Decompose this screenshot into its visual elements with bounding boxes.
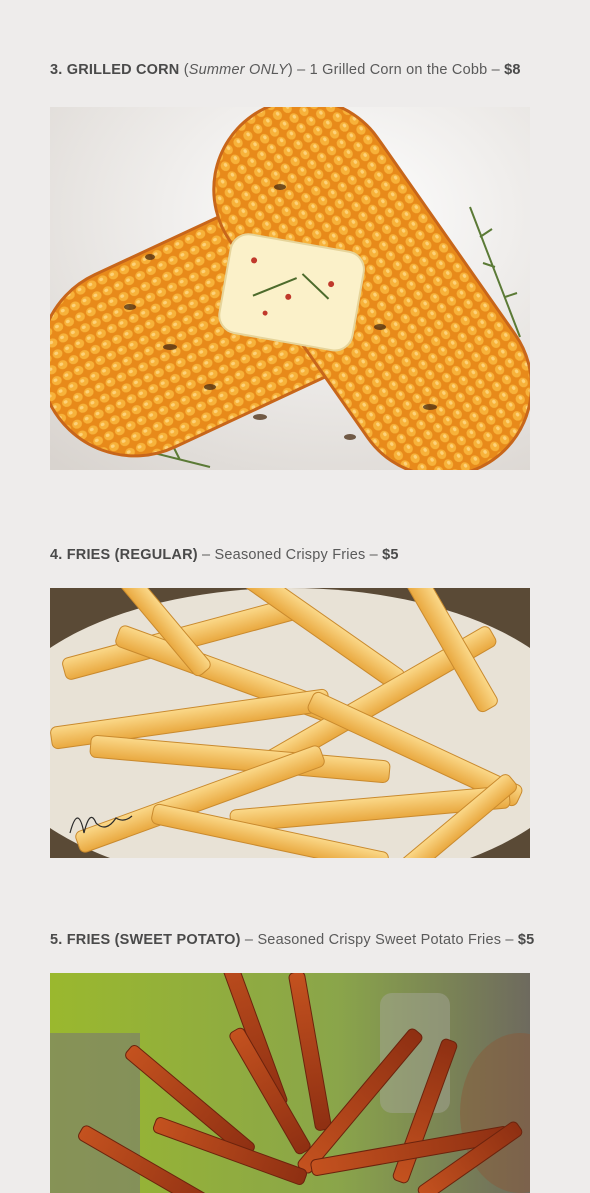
- grilled-corn-photo: [50, 107, 530, 470]
- item-description: 1 Grilled Corn on the Cobb: [309, 62, 488, 78]
- item-qualifier: Summer ONLY: [188, 62, 288, 78]
- menu-item-title-regular-fries: 4. FRIES (REGULAR) – Seasoned Crispy Fri…: [50, 547, 399, 563]
- menu-item-title-grilled-corn: 3. GRILLED CORN (Summer ONLY) – 1 Grille…: [50, 62, 521, 78]
- item-price: $5: [382, 547, 399, 563]
- item-name: 5. FRIES (SWEET POTATO): [50, 932, 241, 948]
- item-name: 4. FRIES (REGULAR): [50, 547, 198, 563]
- item-description: Seasoned Crispy Sweet Potato Fries: [257, 932, 502, 948]
- regular-fries-photo: [50, 588, 530, 858]
- sweet-potato-fries-photo: [50, 973, 530, 1193]
- item-price: $8: [504, 62, 521, 78]
- menu-item-title-sweet-potato-fries: 5. FRIES (SWEET POTATO) – Seasoned Crisp…: [50, 932, 535, 948]
- item-name: 3. GRILLED CORN: [50, 62, 180, 78]
- item-description: Seasoned Crispy Fries: [214, 547, 366, 563]
- item-price: $5: [517, 932, 535, 948]
